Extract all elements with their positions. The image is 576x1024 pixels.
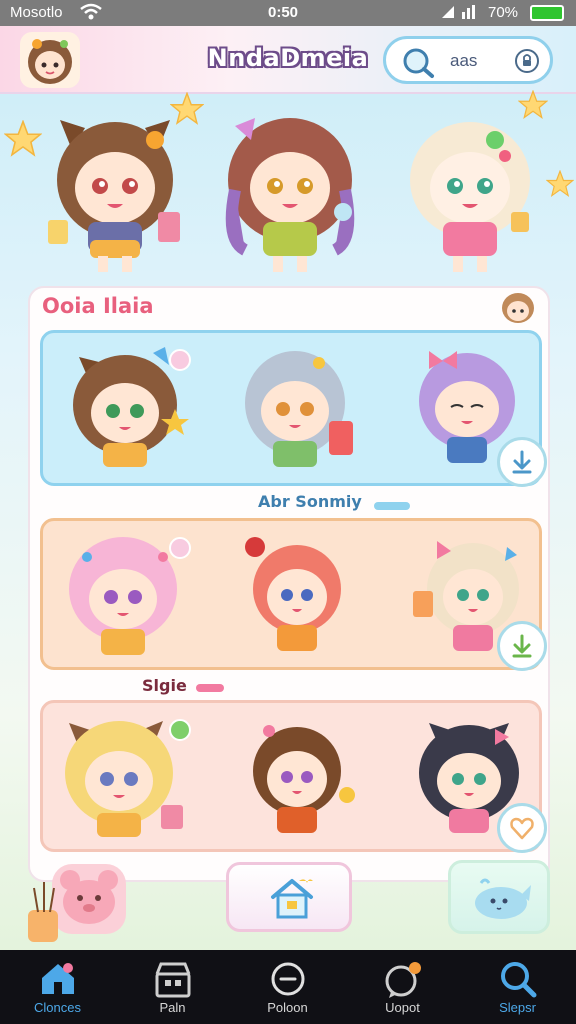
tab-label: Uopot (385, 1000, 420, 1015)
character-collection-panel: Ooia Ilaia Abr Sonmiy Slgie (28, 286, 550, 882)
card-label: Slgie (142, 676, 187, 695)
label-bar (374, 502, 410, 510)
tab-label: Poloon (267, 1000, 308, 1015)
bear-mascot-icon[interactable] (22, 858, 132, 948)
chibi-character-brown-hair[interactable] (40, 100, 190, 280)
mini-avatar-icon (502, 293, 534, 323)
search-bar[interactable]: aas (383, 36, 553, 84)
favorite-button[interactable] (497, 803, 547, 853)
search-icon (501, 962, 537, 998)
bottom-shortcuts (0, 856, 576, 950)
chibi-character-chestnut-hair[interactable] (239, 709, 369, 849)
download-button[interactable] (497, 621, 547, 671)
badge-icon (169, 537, 191, 559)
search-icon[interactable] (398, 45, 438, 83)
mascot-tile-button[interactable] (448, 860, 550, 934)
circle-icon (271, 962, 305, 996)
carrier-label: Mosotlo (10, 4, 63, 21)
chibi-character-auburn-hair[interactable] (215, 100, 365, 280)
tab-center[interactable]: Poloon (230, 950, 345, 1024)
signal-icon (440, 3, 480, 25)
lock-icon[interactable] (514, 48, 540, 78)
download-button[interactable] (497, 437, 547, 487)
shop-icon (155, 962, 191, 998)
tab-label: Slepsr (499, 1000, 536, 1015)
app-header: NndaDmeia aas (0, 26, 576, 94)
download-icon (512, 634, 532, 658)
search-input[interactable]: aas (450, 51, 477, 71)
character-card[interactable] (40, 700, 547, 853)
label-bar (196, 684, 224, 692)
whale-mascot-icon (475, 878, 531, 919)
tab-home[interactable]: Clonces (0, 950, 115, 1024)
featured-characters (0, 100, 576, 290)
status-bar: Mosotlo 0:50 70% (0, 0, 576, 26)
chibi-character-silver-hair[interactable] (233, 339, 373, 479)
tab-label: Clonces (34, 1000, 81, 1015)
heart-icon (510, 817, 534, 840)
battery-percent: 70% (488, 4, 519, 21)
tab-shop[interactable]: Paln (115, 950, 230, 1024)
home-icon (42, 963, 74, 994)
battery-icon (530, 5, 564, 21)
clock-label: 0:50 (268, 4, 299, 21)
chibi-character-blonde-hair[interactable] (395, 100, 545, 280)
tab-label: Paln (159, 1000, 186, 1015)
home-tile-button[interactable] (226, 862, 352, 932)
download-icon (512, 450, 532, 474)
house-icon (271, 879, 313, 919)
tab-bar: Clonces Paln Poloon Uopot Slepsr (0, 950, 576, 1024)
card-label: Abr Sonmiy (258, 492, 362, 511)
character-card[interactable] (40, 518, 547, 671)
tab-search[interactable]: Slepsr (460, 950, 575, 1024)
character-card[interactable] (40, 330, 547, 487)
section-title: Ooia Ilaia (42, 294, 154, 318)
chat-icon (385, 962, 421, 998)
tab-chat[interactable]: Uopot (345, 950, 460, 1024)
badge-icon (169, 349, 191, 371)
badge-icon (169, 719, 191, 741)
wifi-icon (80, 3, 102, 25)
chibi-character-red-hair[interactable] (239, 527, 369, 667)
